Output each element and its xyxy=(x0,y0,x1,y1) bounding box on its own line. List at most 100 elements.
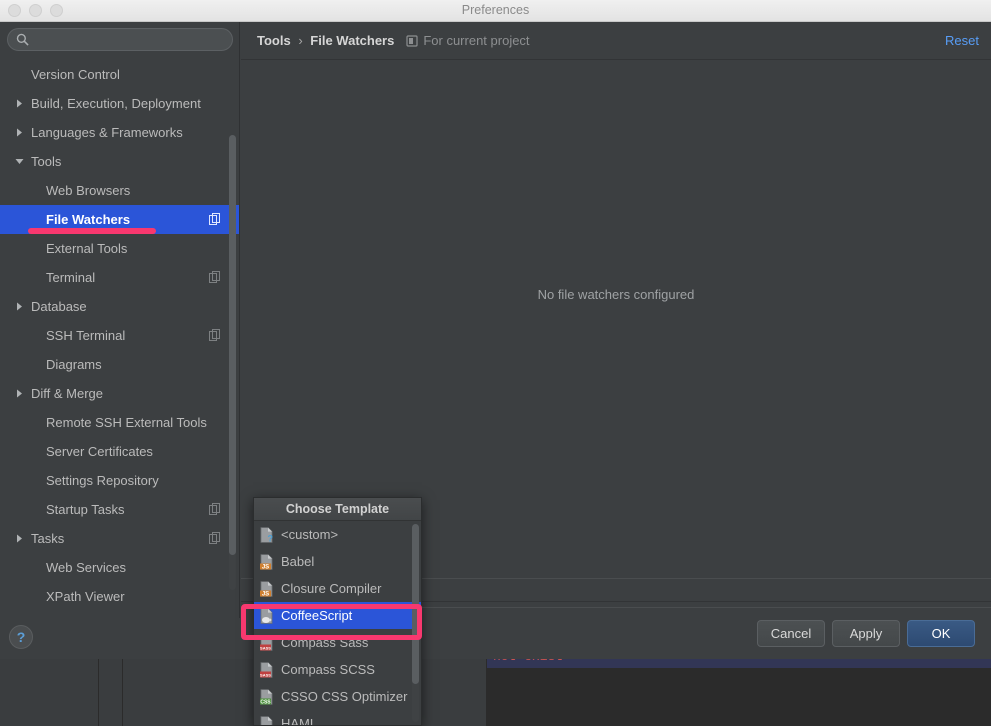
sidebar-item-database[interactable]: Database xyxy=(0,292,239,321)
sidebar-scrollbar-thumb[interactable] xyxy=(229,135,236,555)
sidebar-item-label: XPath Viewer xyxy=(46,589,125,604)
js-file-icon: JS xyxy=(259,553,275,570)
sidebar-item-label: Build, Execution, Deployment xyxy=(31,96,201,111)
sidebar-item-build-execution-deployment[interactable]: Build, Execution, Deployment xyxy=(0,89,239,118)
sidebar-item-label: Remote SSH External Tools xyxy=(46,415,207,430)
copy-settings-icon xyxy=(209,271,221,283)
template-item-label: CSSO CSS Optimizer xyxy=(281,689,408,704)
window-title: Preferences xyxy=(461,3,530,17)
template-item-label: CoffeeScript xyxy=(281,608,353,623)
sidebar-item-languages-frameworks[interactable]: Languages & Frameworks xyxy=(0,118,239,147)
copy-settings-icon xyxy=(209,329,221,341)
chevron-right-icon[interactable] xyxy=(11,302,27,311)
template-list[interactable]: ? <custom> JS Babel JS Closure Compiler Coffee… xyxy=(254,521,421,725)
template-item-csso-css-optimizer[interactable]: CSS CSSO CSS Optimizer xyxy=(254,683,421,710)
template-item-label: Closure Compiler xyxy=(281,581,382,596)
svg-text:CSS: CSS xyxy=(260,699,271,705)
sidebar-item-label: Tasks xyxy=(31,531,65,546)
background-panel-divider-2 xyxy=(99,659,123,726)
cancel-button[interactable]: Cancel xyxy=(757,620,825,647)
chevron-right-icon[interactable] xyxy=(11,534,27,543)
template-list-scrollbar-thumb[interactable] xyxy=(412,524,419,684)
sidebar-scrollbar[interactable] xyxy=(229,135,236,590)
sidebar-item-settings-repository[interactable]: Settings Repository xyxy=(0,466,239,495)
template-item-compass-sass[interactable]: SASS Compass Sass xyxy=(254,629,421,656)
sidebar-item-label: SSH Terminal xyxy=(46,328,126,343)
svg-text:SASS: SASS xyxy=(260,672,271,677)
chevron-right-icon[interactable] xyxy=(11,128,27,137)
sidebar-item-label: Languages & Frameworks xyxy=(31,125,183,140)
chevron-right-icon[interactable] xyxy=(11,99,27,108)
chevron-right-icon[interactable] xyxy=(11,389,27,398)
template-item-closure-compiler[interactable]: JS Closure Compiler xyxy=(254,575,421,602)
js-file-icon: JS xyxy=(259,580,275,597)
sidebar-item-server-certificates[interactable]: Server Certificates xyxy=(0,437,239,466)
sidebar-footer: ? xyxy=(0,618,240,659)
sidebar-item-label: Web Services xyxy=(46,560,126,575)
sidebar-item-label: External Tools xyxy=(46,241,128,256)
sidebar-item-label: Web Browsers xyxy=(46,183,131,198)
annotation-underline xyxy=(28,228,156,234)
template-item-compass-scss[interactable]: SASS Compass SCSS xyxy=(254,656,421,683)
custom-file-icon: ? xyxy=(259,526,275,543)
background-panel-divider-1 xyxy=(0,659,99,726)
breadcrumb-parent[interactable]: Tools xyxy=(257,33,291,48)
sidebar-item-label: Settings Repository xyxy=(46,473,159,488)
template-item-label: Babel xyxy=(281,554,315,569)
sidebar-item-xpath-viewer[interactable]: XPath Viewer xyxy=(0,582,239,611)
sidebar-item-tools[interactable]: Tools xyxy=(0,147,239,176)
ok-button[interactable]: OK xyxy=(907,620,975,647)
template-item-custom[interactable]: ? <custom> xyxy=(254,521,421,548)
template-list-scrollbar[interactable] xyxy=(412,524,419,722)
title-bar: Preferences xyxy=(0,0,991,22)
template-item-babel[interactable]: JS Babel xyxy=(254,548,421,575)
chevron-down-icon[interactable] xyxy=(11,157,27,166)
search-input[interactable] xyxy=(7,28,233,51)
project-scope: For current project xyxy=(406,33,530,48)
template-item-label: Compass Sass xyxy=(281,635,369,650)
template-item-label: Compass SCSS xyxy=(281,662,375,677)
haml-file-icon xyxy=(259,715,275,725)
copy-settings-icon xyxy=(209,532,221,544)
apply-button[interactable]: Apply xyxy=(832,620,900,647)
sidebar-item-diagrams[interactable]: Diagrams xyxy=(0,350,239,379)
preferences-dialog: Preferences Version Control Build, Execut… xyxy=(0,0,991,659)
css-file-icon: CSS xyxy=(259,688,275,705)
template-item-haml[interactable]: HAML xyxy=(254,710,421,725)
sidebar-item-web-services[interactable]: Web Services xyxy=(0,553,239,582)
sidebar-item-ssh-terminal[interactable]: SSH Terminal xyxy=(0,321,239,350)
svg-text:SASS: SASS xyxy=(260,645,271,650)
sidebar-item-startup-tasks[interactable]: Startup Tasks xyxy=(0,495,239,524)
choose-template-popup: Choose Template ? <custom> JS Babel JS Closur… xyxy=(253,497,422,726)
sidebar-item-terminal[interactable]: Terminal xyxy=(0,263,239,292)
sass-file-icon: SASS xyxy=(259,661,275,678)
sidebar-item-label: Version Control xyxy=(31,67,120,82)
sidebar-item-label: File Watchers xyxy=(46,212,131,227)
template-item-coffeescript[interactable]: CoffeeScript xyxy=(254,602,421,629)
breadcrumb-current: File Watchers xyxy=(310,33,395,48)
template-item-label: HAML xyxy=(281,716,318,725)
settings-tree[interactable]: Version Control Build, Execution, Deploym… xyxy=(0,60,239,611)
copy-settings-icon xyxy=(209,213,221,225)
coffee-file-icon xyxy=(259,607,275,624)
svg-text:JS: JS xyxy=(262,564,269,570)
sidebar-item-tasks[interactable]: Tasks xyxy=(0,524,239,553)
reset-link[interactable]: Reset xyxy=(945,33,979,48)
choose-template-title: Choose Template xyxy=(254,498,421,521)
help-icon: ? xyxy=(16,629,26,645)
sidebar-item-label: Diff & Merge xyxy=(31,386,104,401)
sidebar-item-web-browsers[interactable]: Web Browsers xyxy=(0,176,239,205)
project-scope-icon xyxy=(406,34,418,47)
svg-text:?: ? xyxy=(268,533,274,543)
empty-state-message: No file watchers configured xyxy=(537,287,695,302)
sidebar-item-external-tools[interactable]: External Tools xyxy=(0,234,239,263)
sidebar-item-label: Startup Tasks xyxy=(46,502,125,517)
sidebar-item-remote-ssh-external-tools[interactable]: Remote SSH External Tools xyxy=(0,408,239,437)
breadcrumb-bar: Tools › File Watchers For current projec… xyxy=(241,22,991,59)
sidebar-item-label: Tools xyxy=(31,154,62,169)
sidebar-item-diff-merge[interactable]: Diff & Merge xyxy=(0,379,239,408)
help-button[interactable]: ? xyxy=(9,625,33,649)
breadcrumb-separator: › xyxy=(298,33,303,48)
sidebar-item-label: Database xyxy=(31,299,87,314)
sidebar-item-version-control[interactable]: Version Control xyxy=(0,60,239,89)
